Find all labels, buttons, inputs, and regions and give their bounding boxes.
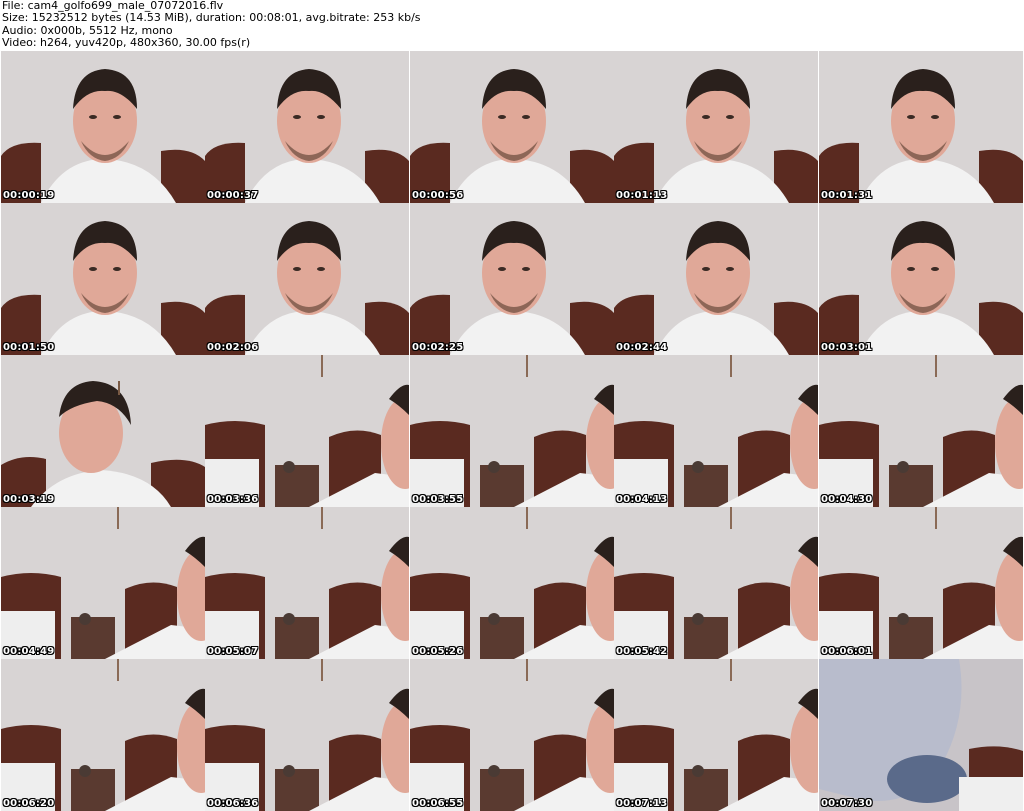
thumbnail-frame: 00:06:01 xyxy=(819,507,1023,659)
thumbnail-frame: 00:00:19 xyxy=(1,51,205,203)
thumbnail-image xyxy=(410,203,614,355)
thumbnail-frame: 00:04:13 xyxy=(614,355,818,507)
thumbnail-frame: 00:01:13 xyxy=(614,51,818,203)
thumbnail-image xyxy=(1,355,205,507)
thumbnail-image xyxy=(614,507,818,659)
thumbnail-timestamp: 00:04:49 xyxy=(3,646,55,657)
thumbnail-timestamp: 00:07:13 xyxy=(616,798,668,809)
thumbnail-timestamp: 00:06:55 xyxy=(412,798,464,809)
thumbnail-image xyxy=(1,659,205,811)
thumbnail-frame: 00:03:01 xyxy=(819,203,1023,355)
contact-sheet-header: File: cam4_golfo699_male_07072016.flv Si… xyxy=(2,0,1022,50)
thumbnail-frame: 00:00:37 xyxy=(205,51,409,203)
thumbnail-timestamp: 00:00:19 xyxy=(3,190,55,201)
thumbnail-timestamp: 00:02:06 xyxy=(207,342,259,353)
thumbnail-image xyxy=(819,659,1023,811)
thumbnail-image xyxy=(614,659,818,811)
thumbnail-timestamp: 00:03:19 xyxy=(3,494,55,505)
thumbnail-image xyxy=(1,203,205,355)
thumbnail-timestamp: 00:02:44 xyxy=(616,342,668,353)
thumbnail-frame: 00:05:42 xyxy=(614,507,818,659)
thumbnail-image xyxy=(410,659,614,811)
thumbnail-frame: 00:02:44 xyxy=(614,203,818,355)
thumbnail-image xyxy=(205,203,409,355)
thumbnail-timestamp: 00:03:36 xyxy=(207,494,259,505)
thumbnail-timestamp: 00:02:25 xyxy=(412,342,464,353)
thumbnail-timestamp: 00:05:07 xyxy=(207,646,259,657)
thumbnail-frame: 00:02:06 xyxy=(205,203,409,355)
thumbnail-grid: 00:00:19 00:00:37 00:00:56 00:01:13 00:01:31… xyxy=(1,51,1024,811)
thumbnail-timestamp: 00:07:30 xyxy=(821,798,873,809)
video-info-line: Video: h264, yuv420p, 480x360, 30.00 fps… xyxy=(2,35,251,49)
thumbnail-frame: 00:03:19 xyxy=(1,355,205,507)
thumbnail-image xyxy=(205,355,409,507)
thumbnail-timestamp: 00:00:37 xyxy=(207,190,259,201)
thumbnail-frame: 00:06:36 xyxy=(205,659,409,811)
thumbnail-timestamp: 00:01:31 xyxy=(821,190,873,201)
thumbnail-image xyxy=(205,659,409,811)
thumbnail-image xyxy=(1,507,205,659)
thumbnail-image xyxy=(410,355,614,507)
thumbnail-frame: 00:04:49 xyxy=(1,507,205,659)
thumbnail-image xyxy=(819,203,1023,355)
thumbnail-image xyxy=(205,507,409,659)
thumbnail-frame: 00:02:25 xyxy=(410,203,614,355)
thumbnail-timestamp: 00:06:20 xyxy=(3,798,55,809)
thumbnail-image xyxy=(410,507,614,659)
thumbnail-frame: 00:06:55 xyxy=(410,659,614,811)
thumbnail-frame: 00:01:31 xyxy=(819,51,1023,203)
thumbnail-timestamp: 00:01:13 xyxy=(616,190,668,201)
thumbnail-frame: 00:03:55 xyxy=(410,355,614,507)
thumbnail-frame: 00:07:13 xyxy=(614,659,818,811)
thumbnail-image xyxy=(819,355,1023,507)
thumbnail-image xyxy=(614,51,818,203)
thumbnail-image xyxy=(410,51,614,203)
thumbnail-timestamp: 00:03:01 xyxy=(821,342,873,353)
thumbnail-image xyxy=(205,51,409,203)
thumbnail-frame: 00:07:30 xyxy=(819,659,1023,811)
thumbnail-timestamp: 00:05:42 xyxy=(616,646,668,657)
thumbnail-frame: 00:00:56 xyxy=(410,51,614,203)
thumbnail-image xyxy=(819,507,1023,659)
thumbnail-frame: 00:05:26 xyxy=(410,507,614,659)
thumbnail-timestamp: 00:01:50 xyxy=(3,342,55,353)
thumbnail-timestamp: 00:05:26 xyxy=(412,646,464,657)
thumbnail-image xyxy=(614,203,818,355)
thumbnail-frame: 00:06:20 xyxy=(1,659,205,811)
thumbnail-timestamp: 00:06:01 xyxy=(821,646,873,657)
thumbnail-image xyxy=(1,51,205,203)
thumbnail-frame: 00:03:36 xyxy=(205,355,409,507)
thumbnail-timestamp: 00:00:56 xyxy=(412,190,464,201)
file-size-line: Size: 15232512 bytes (14.53 MiB), durati… xyxy=(2,11,421,25)
thumbnail-image xyxy=(819,51,1023,203)
thumbnail-frame: 00:01:50 xyxy=(1,203,205,355)
thumbnail-timestamp: 00:04:30 xyxy=(821,494,873,505)
thumbnail-timestamp: 00:04:13 xyxy=(616,494,668,505)
thumbnail-timestamp: 00:03:55 xyxy=(412,494,464,505)
thumbnail-frame: 00:04:30 xyxy=(819,355,1023,507)
thumbnail-image xyxy=(614,355,818,507)
thumbnail-frame: 00:05:07 xyxy=(205,507,409,659)
thumbnail-timestamp: 00:06:36 xyxy=(207,798,259,809)
